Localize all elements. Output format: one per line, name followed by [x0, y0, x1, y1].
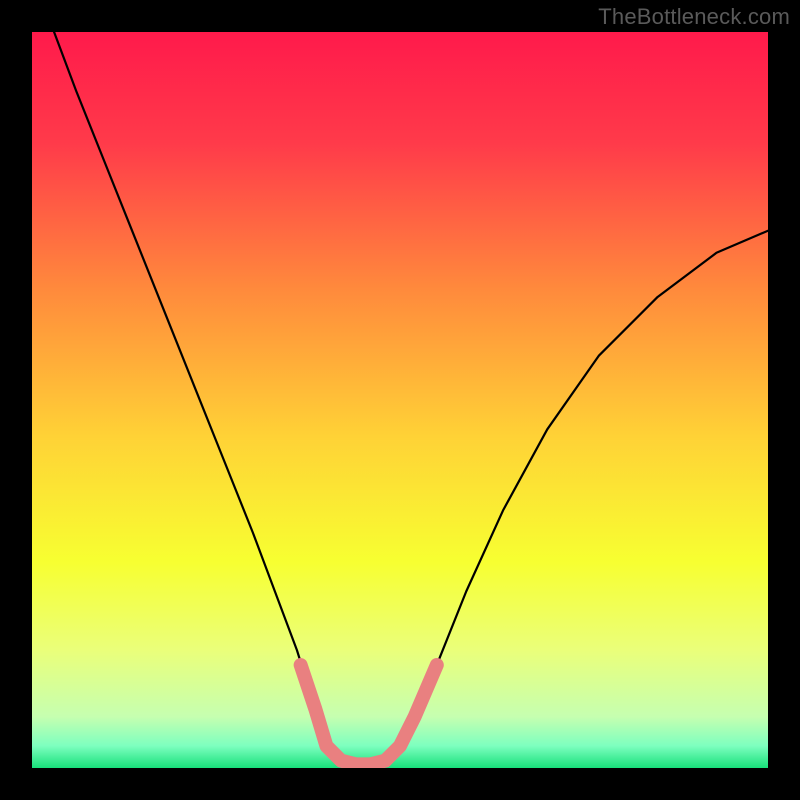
chart-container: TheBottleneck.com — [0, 0, 800, 800]
chart-background — [32, 32, 768, 768]
plot-area — [32, 32, 768, 768]
watermark-label: TheBottleneck.com — [598, 4, 790, 30]
chart-svg — [32, 32, 768, 768]
